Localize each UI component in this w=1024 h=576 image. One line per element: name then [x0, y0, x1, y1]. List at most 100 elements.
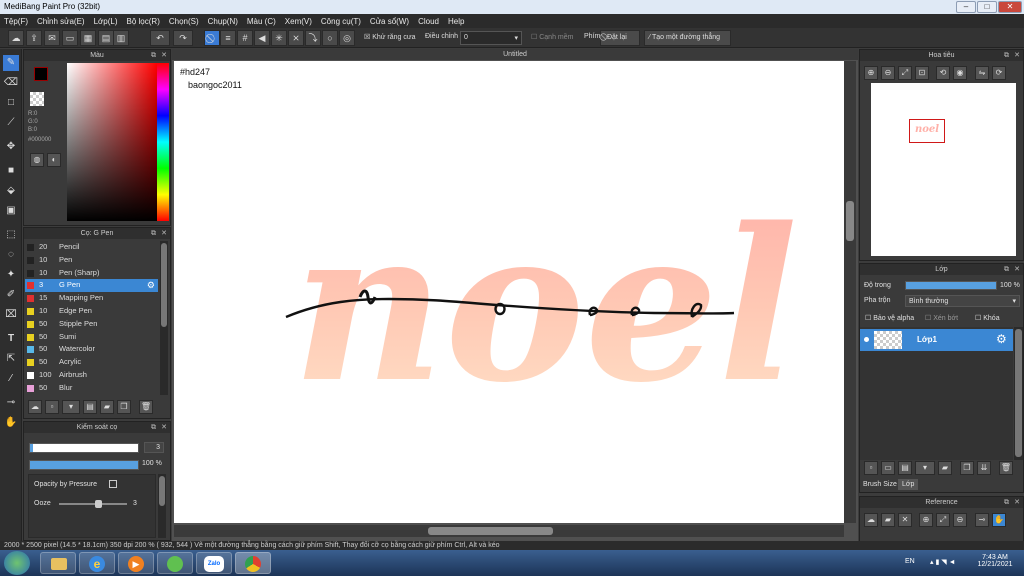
- clock[interactable]: 7:43 AM 12/21/2021: [975, 554, 1015, 568]
- hand-icon[interactable]: ✋: [992, 513, 1006, 527]
- size-slider[interactable]: [29, 443, 139, 453]
- tray-icons[interactable]: ▴ ▮ ◥ ◄: [930, 558, 956, 566]
- menu-help[interactable]: Help: [448, 17, 464, 26]
- clipping-checkbox[interactable]: ☐ Xén bớt: [925, 314, 958, 322]
- grid-panel-icon[interactable]: ▦: [80, 30, 96, 46]
- palette-icon[interactable]: ◍: [30, 153, 44, 167]
- opacity-pressure-checkbox[interactable]: [109, 480, 117, 488]
- snap-perspective-icon[interactable]: ◀: [254, 30, 270, 46]
- navigator-viewport[interactable]: noel: [909, 119, 945, 143]
- start-button[interactable]: [4, 551, 30, 575]
- new-layer-icon[interactable]: ▫: [864, 461, 878, 475]
- ooze-slider[interactable]: [59, 500, 127, 508]
- opacity-slider[interactable]: [29, 460, 139, 470]
- menu-select[interactable]: Chọn(S): [169, 17, 199, 26]
- upload-icon[interactable]: ⇪: [26, 30, 42, 46]
- foreground-color[interactable]: [34, 67, 48, 81]
- media-taskbar-icon[interactable]: ▶: [118, 552, 154, 574]
- menu-window[interactable]: Cửa sổ(W): [370, 17, 409, 26]
- snap-grid-icon[interactable]: #: [237, 30, 253, 46]
- ie-taskbar-icon[interactable]: e: [79, 552, 115, 574]
- chrome-taskbar-icon[interactable]: [235, 552, 271, 574]
- document-tab[interactable]: Untitled: [172, 49, 858, 60]
- language-indicator[interactable]: EN: [905, 558, 915, 565]
- rotate-left-icon[interactable]: ⟲: [936, 66, 950, 80]
- tile-icon[interactable]: ▥: [113, 30, 129, 46]
- select-eraser-icon[interactable]: ⌧: [3, 307, 19, 323]
- menu-cloud[interactable]: Cloud: [418, 17, 439, 26]
- close-icon[interactable]: ✕: [161, 422, 167, 433]
- eyedropper-icon[interactable]: ⊸: [3, 395, 19, 411]
- saturation-value-picker[interactable]: [67, 63, 157, 221]
- reset-rotation-icon[interactable]: ◉: [953, 66, 967, 80]
- snap-circle-icon[interactable]: ○: [322, 30, 338, 46]
- straight-line-button[interactable]: ⁄ Tạo một đường thẳng: [644, 30, 731, 46]
- new-8bit-layer-icon[interactable]: ▤: [898, 461, 912, 475]
- layer-row[interactable]: Lớp1 ⚙: [860, 329, 1013, 351]
- eyedropper-icon[interactable]: ⊸: [975, 513, 989, 527]
- add-layer-menu-icon[interactable]: ▾: [915, 461, 935, 475]
- speech-icon[interactable]: ▭: [62, 30, 78, 46]
- zalo-taskbar-icon[interactable]: Zalo: [196, 552, 232, 574]
- folder-icon[interactable]: ▰: [938, 461, 952, 475]
- merge-layer-icon[interactable]: ⇊: [977, 461, 991, 475]
- undock-icon[interactable]: ⧉: [151, 422, 156, 433]
- close-button[interactable]: ✕: [998, 1, 1022, 13]
- brush-list-item[interactable]: 15 Mapping Pen: [25, 292, 158, 305]
- dot-tool-icon[interactable]: □: [3, 95, 19, 111]
- snap-ellipse-icon[interactable]: ◎: [339, 30, 355, 46]
- shape-tool-icon[interactable]: ⟋: [3, 115, 19, 131]
- new-halftone-layer-icon[interactable]: ▭: [881, 461, 895, 475]
- brush-list-item[interactable]: 10 Edge Pen: [25, 305, 158, 318]
- brush-list-item[interactable]: 50 Sumi: [25, 331, 158, 344]
- size-value[interactable]: 3: [144, 442, 164, 453]
- add-brush-icon[interactable]: ▾: [62, 400, 80, 414]
- close-icon[interactable]: ✕: [161, 50, 167, 61]
- fit-icon[interactable]: ⤢: [936, 513, 950, 527]
- transparent-color[interactable]: [30, 92, 44, 106]
- maximize-button[interactable]: □: [977, 1, 997, 13]
- cloud-icon[interactable]: ☁: [8, 30, 24, 46]
- drawing-canvas[interactable]: #hd247 baongoc2011 noel: [174, 61, 844, 523]
- close-icon[interactable]: ✕: [1014, 497, 1020, 508]
- app-taskbar-icon[interactable]: [157, 552, 193, 574]
- snap-parallel-icon[interactable]: ≡: [220, 30, 236, 46]
- move-tool-icon[interactable]: ✥: [3, 139, 19, 155]
- divide-tool-icon[interactable]: ⁄: [3, 371, 19, 387]
- brush-list-item[interactable]: 3 G Pen ⚙: [25, 279, 158, 293]
- brush-list-scrollbar[interactable]: [160, 241, 168, 395]
- actual-size-icon[interactable]: ⊡: [915, 66, 929, 80]
- snap-curve-icon[interactable]: ⤵: [305, 30, 321, 46]
- brush-list-item[interactable]: 50 Watercolor: [25, 343, 158, 356]
- layer-list-scrollbar[interactable]: [1014, 327, 1023, 460]
- cloud-brush-icon[interactable]: ☁: [28, 400, 42, 414]
- lasso-tool-icon[interactable]: ◌: [3, 247, 19, 263]
- close-icon[interactable]: ✕: [1014, 264, 1020, 275]
- color-mode-icon[interactable]: ◐: [47, 153, 61, 167]
- zoom-in-icon[interactable]: ⊕: [919, 513, 933, 527]
- undock-icon[interactable]: ⧉: [1004, 264, 1009, 275]
- brush-list-item[interactable]: 20 Pencil: [25, 241, 158, 254]
- copy-icon[interactable]: ❐: [117, 400, 131, 414]
- operation-tool-icon[interactable]: ⇱: [3, 351, 19, 367]
- redo-icon[interactable]: ↷: [173, 30, 193, 46]
- soft-edge-checkbox[interactable]: ☐ Cạnh mềm: [531, 33, 573, 41]
- undock-icon[interactable]: ⧉: [151, 50, 156, 61]
- undo-icon[interactable]: ↶: [150, 30, 170, 46]
- snap-off-icon[interactable]: ⃠: [204, 30, 220, 46]
- folder-icon[interactable]: ▰: [100, 400, 114, 414]
- navigator-preview[interactable]: noel: [871, 83, 1016, 256]
- close-icon[interactable]: ✕: [161, 228, 167, 239]
- undock-icon[interactable]: ⧉: [1004, 497, 1009, 508]
- snap-radial-icon[interactable]: ✳: [271, 30, 287, 46]
- lock-checkbox[interactable]: ☐ Khóa: [975, 314, 1000, 322]
- rectangle-fill-icon[interactable]: ■: [3, 163, 19, 179]
- brush-tool-icon[interactable]: ✎: [3, 55, 19, 71]
- layer-opacity-slider[interactable]: [905, 281, 997, 290]
- new-brush-icon[interactable]: ▫: [45, 400, 59, 414]
- gear-icon[interactable]: ⚙: [147, 279, 155, 292]
- brush-list-item[interactable]: 100 Airbrush: [25, 369, 158, 382]
- brush-list-item[interactable]: 50 Stipple Pen: [25, 318, 158, 331]
- menu-layer[interactable]: Lớp(L): [94, 17, 118, 26]
- cloud-open-icon[interactable]: ☁: [864, 513, 878, 527]
